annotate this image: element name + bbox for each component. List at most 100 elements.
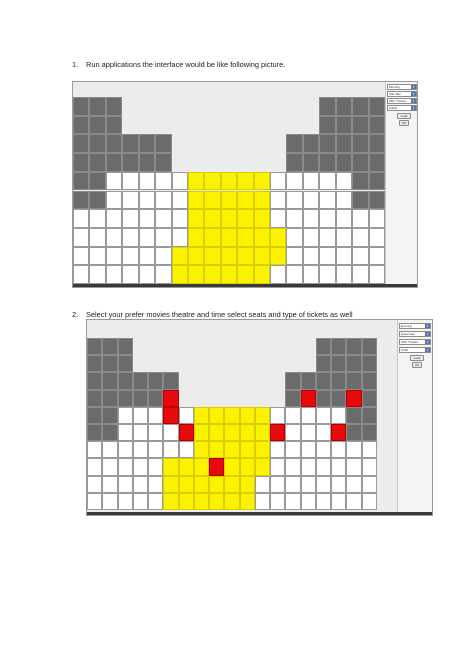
seat[interactable]	[204, 227, 221, 247]
seat[interactable]	[352, 190, 369, 210]
seat[interactable]	[171, 246, 188, 266]
seat[interactable]	[155, 209, 172, 228]
seat[interactable]	[302, 246, 320, 266]
seat[interactable]	[335, 227, 353, 247]
seat[interactable]	[286, 190, 303, 210]
seat[interactable]	[254, 406, 271, 424]
seat[interactable]	[224, 475, 240, 493]
seat[interactable]	[286, 134, 303, 154]
seat[interactable]	[87, 458, 103, 476]
seat[interactable]	[315, 338, 332, 356]
seat[interactable]	[73, 115, 90, 135]
seat[interactable]	[300, 441, 316, 459]
seat[interactable]	[132, 458, 149, 476]
seat[interactable]	[193, 441, 210, 459]
seat[interactable]	[331, 492, 347, 510]
seat[interactable]	[346, 372, 362, 390]
seat[interactable]	[87, 338, 103, 356]
seat[interactable]	[368, 209, 385, 228]
seat[interactable]	[220, 265, 238, 284]
seat[interactable]	[270, 475, 286, 493]
seat[interactable]	[138, 190, 156, 210]
seat[interactable]	[178, 458, 194, 476]
seat[interactable]	[319, 153, 336, 172]
seat[interactable]	[346, 441, 362, 459]
seat[interactable]	[193, 492, 210, 510]
seat[interactable]	[117, 389, 133, 407]
seat[interactable]	[187, 190, 205, 210]
seat[interactable]	[102, 424, 118, 442]
seat[interactable]	[285, 458, 301, 476]
seat[interactable]	[335, 115, 353, 135]
seat[interactable]	[286, 153, 303, 172]
seat[interactable]	[209, 424, 225, 442]
seat[interactable]	[319, 246, 336, 266]
seat[interactable]	[117, 441, 133, 459]
seat[interactable]	[132, 424, 149, 442]
seat[interactable]	[368, 153, 385, 172]
seat[interactable]	[285, 389, 301, 407]
ok-button[interactable]: OK	[412, 362, 422, 368]
seat[interactable]	[122, 227, 139, 247]
seat[interactable]	[171, 171, 188, 191]
seat[interactable]	[224, 492, 240, 510]
seat[interactable]	[73, 190, 90, 210]
seat[interactable]	[117, 458, 133, 476]
seat[interactable]	[87, 492, 103, 510]
seat[interactable]	[163, 492, 179, 510]
seat[interactable]	[204, 171, 221, 191]
seat[interactable]	[178, 475, 194, 493]
seat[interactable]	[315, 458, 332, 476]
seat[interactable]	[89, 209, 106, 228]
seat[interactable]	[89, 115, 106, 135]
seat[interactable]	[73, 97, 90, 116]
seat[interactable]	[122, 153, 139, 172]
seat[interactable]	[239, 406, 255, 424]
seat[interactable]	[148, 458, 164, 476]
seat[interactable]	[335, 153, 353, 172]
seat[interactable]	[270, 209, 287, 228]
seat[interactable]	[239, 424, 255, 442]
seat[interactable]	[122, 171, 139, 191]
seat[interactable]	[155, 265, 172, 284]
seat[interactable]	[132, 475, 149, 493]
seat[interactable]	[335, 190, 353, 210]
time-select[interactable]: Morning ▾	[387, 84, 417, 90]
seat[interactable]	[335, 265, 353, 284]
seat[interactable]	[117, 372, 133, 390]
seat[interactable]	[105, 134, 123, 154]
seat[interactable]	[204, 265, 221, 284]
seat[interactable]	[335, 209, 353, 228]
seat[interactable]	[270, 492, 286, 510]
seat[interactable]	[319, 209, 336, 228]
seat[interactable]	[346, 492, 362, 510]
seat[interactable]	[193, 475, 210, 493]
seat[interactable]	[331, 424, 347, 442]
seat[interactable]	[368, 115, 385, 135]
seat[interactable]	[346, 338, 362, 356]
seat[interactable]	[163, 424, 179, 442]
seat[interactable]	[105, 246, 123, 266]
seat[interactable]	[163, 389, 179, 407]
seat[interactable]	[331, 338, 347, 356]
seat[interactable]	[239, 458, 255, 476]
seat[interactable]	[285, 406, 301, 424]
seat[interactable]	[300, 424, 316, 442]
seat[interactable]	[270, 458, 286, 476]
seat[interactable]	[105, 171, 123, 191]
seat[interactable]	[368, 171, 385, 191]
seat[interactable]	[331, 355, 347, 373]
seat[interactable]	[319, 190, 336, 210]
seat[interactable]	[187, 265, 205, 284]
seat[interactable]	[361, 406, 377, 424]
seat[interactable]	[352, 227, 369, 247]
seat[interactable]	[335, 97, 353, 116]
seat[interactable]	[138, 265, 156, 284]
seat[interactable]	[105, 153, 123, 172]
seat[interactable]	[346, 475, 362, 493]
seat[interactable]	[352, 265, 369, 284]
seat[interactable]	[102, 492, 118, 510]
seat[interactable]	[102, 406, 118, 424]
seat[interactable]	[335, 246, 353, 266]
seat[interactable]	[178, 424, 194, 442]
